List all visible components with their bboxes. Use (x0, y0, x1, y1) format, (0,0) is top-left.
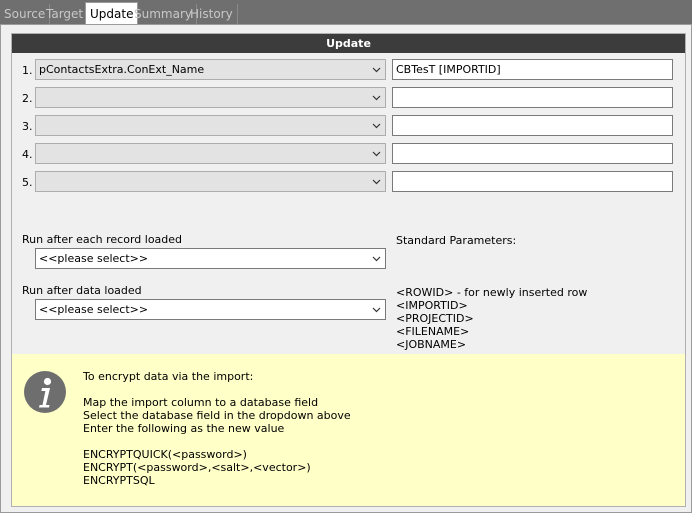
info-line: ENCRYPTQUICK(<password>) (83, 448, 247, 461)
encrypt-info-box: To encrypt data via the import: Map the … (12, 354, 685, 506)
param-item: <IMPORTID> (396, 299, 468, 312)
new-value-field-4[interactable] (392, 143, 673, 164)
field-dropdown-4[interactable] (35, 143, 386, 164)
field-dropdown-2[interactable] (35, 87, 386, 108)
tab-target[interactable]: Target (42, 4, 89, 24)
row-number: 2. (22, 92, 33, 105)
param-item: <PROJECTID> (396, 312, 474, 325)
run-after-record-dropdown[interactable]: <<please select>> (35, 248, 386, 269)
param-item: <FILENAME> (396, 325, 470, 338)
param-item: <ROWID> - for newly inserted row (396, 286, 588, 299)
info-line (83, 435, 351, 448)
field-dropdown-3[interactable] (35, 115, 386, 136)
chevron-down-icon (372, 151, 381, 157)
chevron-down-icon (372, 123, 381, 129)
field-dropdown-value: pContactsExtra.ConExt_Name (39, 63, 205, 76)
chevron-down-icon (372, 307, 381, 313)
chevron-down-icon (372, 179, 381, 185)
info-line: Map the import column to a database fiel… (83, 396, 319, 409)
run-after-data-dropdown[interactable]: <<please select>> (35, 299, 386, 320)
row-number: 1. (22, 64, 33, 77)
info-icon (24, 371, 66, 413)
new-value-field-3[interactable] (392, 115, 673, 136)
standard-params-title: Standard Parameters: (396, 234, 517, 247)
info-line (83, 383, 351, 396)
row-number: 5. (22, 176, 33, 189)
update-group: Update 1. pContactsExtra.ConExt_Name CBT… (11, 33, 686, 507)
chevron-down-icon (372, 95, 381, 101)
param-item: <JOBNAME> (396, 338, 467, 351)
row-number: 4. (22, 148, 33, 161)
standard-params-list: <ROWID> - for newly inserted row <IMPORT… (396, 286, 587, 351)
run-after-record-value: <<please select>> (39, 252, 149, 265)
info-line: ENCRYPT(<password>,<salt>,<vector>) (83, 461, 311, 474)
new-value-field-5[interactable] (392, 171, 673, 192)
info-line: Enter the following as the new value (83, 422, 285, 435)
tab-bar: Source Target Update Summary History (0, 0, 692, 25)
group-title: Update (12, 34, 685, 53)
info-text: To encrypt data via the import: Map the … (83, 370, 351, 487)
run-after-record-label: Run after each record loaded (22, 233, 183, 246)
chevron-down-icon (372, 256, 381, 262)
update-panel: Update 1. pContactsExtra.ConExt_Name CBT… (0, 24, 692, 513)
row-number: 3. (22, 120, 33, 133)
info-line: ENCRYPTSQL (83, 474, 155, 487)
field-dropdown-5[interactable] (35, 171, 386, 192)
run-after-data-label: Run after data loaded (22, 284, 142, 297)
new-value-field-1[interactable]: CBTesT [IMPORTID] (392, 59, 673, 80)
chevron-down-icon (372, 67, 381, 73)
info-line: To encrypt data via the import: (83, 370, 254, 383)
info-line: Select the database field in the dropdow… (83, 409, 351, 422)
field-dropdown-1[interactable]: pContactsExtra.ConExt_Name (35, 59, 386, 80)
new-value-field-2[interactable] (392, 87, 673, 108)
run-after-data-value: <<please select>> (39, 303, 149, 316)
tab-history[interactable]: History (186, 4, 238, 24)
